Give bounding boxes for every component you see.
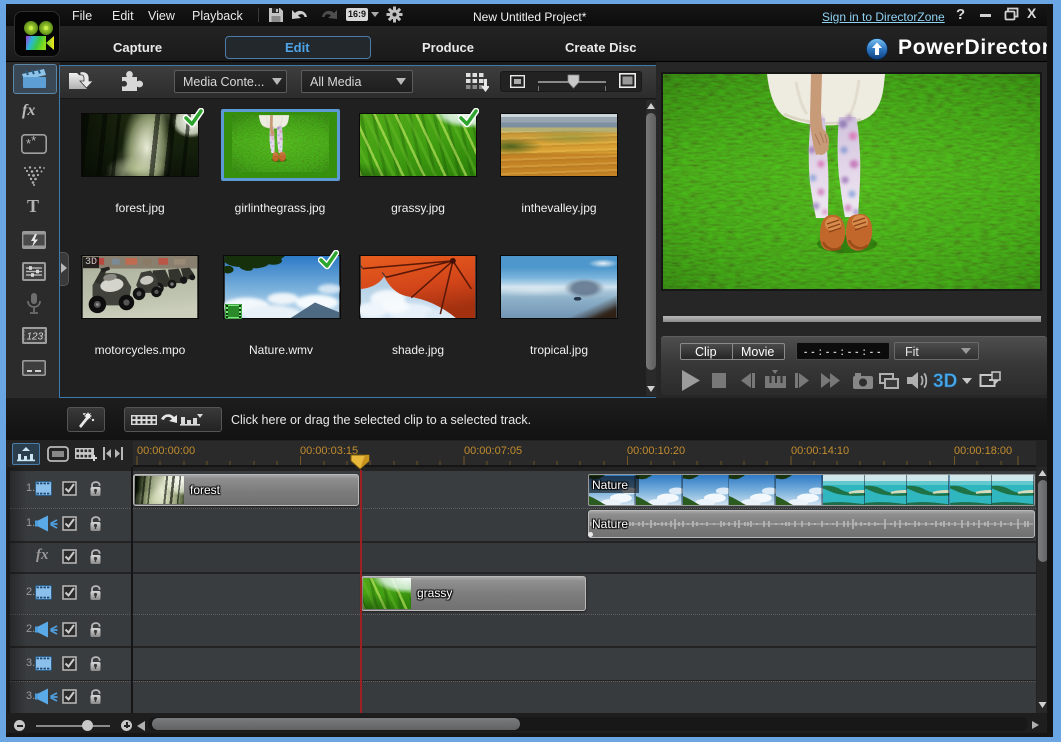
svg-text:123: 123	[27, 332, 44, 343]
svg-text:3D: 3D	[933, 371, 957, 392]
svg-text:**: **	[26, 134, 36, 151]
